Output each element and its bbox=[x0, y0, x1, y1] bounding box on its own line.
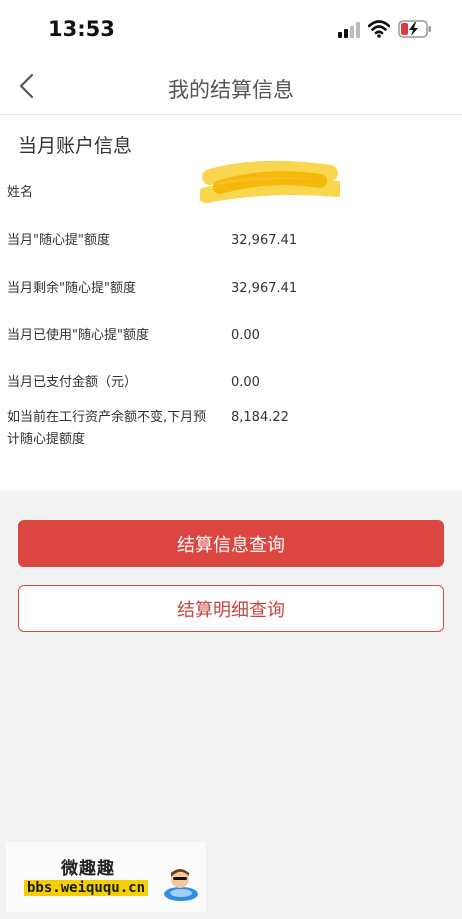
settlement-query-button[interactable]: 结算信息查询 bbox=[18, 520, 444, 567]
info-label: 如当前在工行资产余额不变,下月预计随心提额度 bbox=[7, 410, 207, 447]
signal-icon bbox=[338, 22, 360, 38]
name-label: 姓名 bbox=[7, 185, 34, 200]
info-value: 32,967.41 bbox=[231, 233, 298, 248]
info-label: 当月"随心提"额度 bbox=[7, 233, 110, 248]
nav-bar: 我的结算信息 bbox=[0, 60, 462, 115]
wifi-icon bbox=[368, 20, 390, 38]
info-label: 当月已使用"随心提"额度 bbox=[7, 328, 149, 343]
settlement-detail-button[interactable]: 结算明细查询 bbox=[18, 585, 444, 632]
watermark: 微趣趣 bbs.weiququ.cn bbox=[6, 842, 206, 912]
info-label: 当月剩余"随心提"额度 bbox=[7, 281, 136, 296]
info-value: 0.00 bbox=[231, 375, 260, 390]
watermark-url: bbs.weiququ.cn bbox=[24, 880, 149, 896]
section-title: 当月账户信息 bbox=[18, 135, 133, 157]
page-title: 我的结算信息 bbox=[168, 78, 294, 102]
info-value: 0.00 bbox=[231, 328, 260, 343]
watermark-logo-icon bbox=[164, 869, 198, 901]
battery-icon bbox=[398, 20, 431, 38]
info-value: 8,184.22 bbox=[231, 410, 289, 425]
info-label: 当月已支付金额（元） bbox=[7, 375, 138, 390]
name-redaction bbox=[200, 160, 340, 203]
status-bar: 13:53 bbox=[0, 0, 462, 60]
info-value: 32,967.41 bbox=[231, 281, 298, 296]
account-info-panel: 当月账户信息 姓名 当月"随心提"额度 32,967.41 当月剩余"随心提"额… bbox=[0, 115, 462, 490]
watermark-title: 微趣趣 bbox=[61, 859, 115, 879]
status-time: 13:53 bbox=[48, 17, 115, 41]
